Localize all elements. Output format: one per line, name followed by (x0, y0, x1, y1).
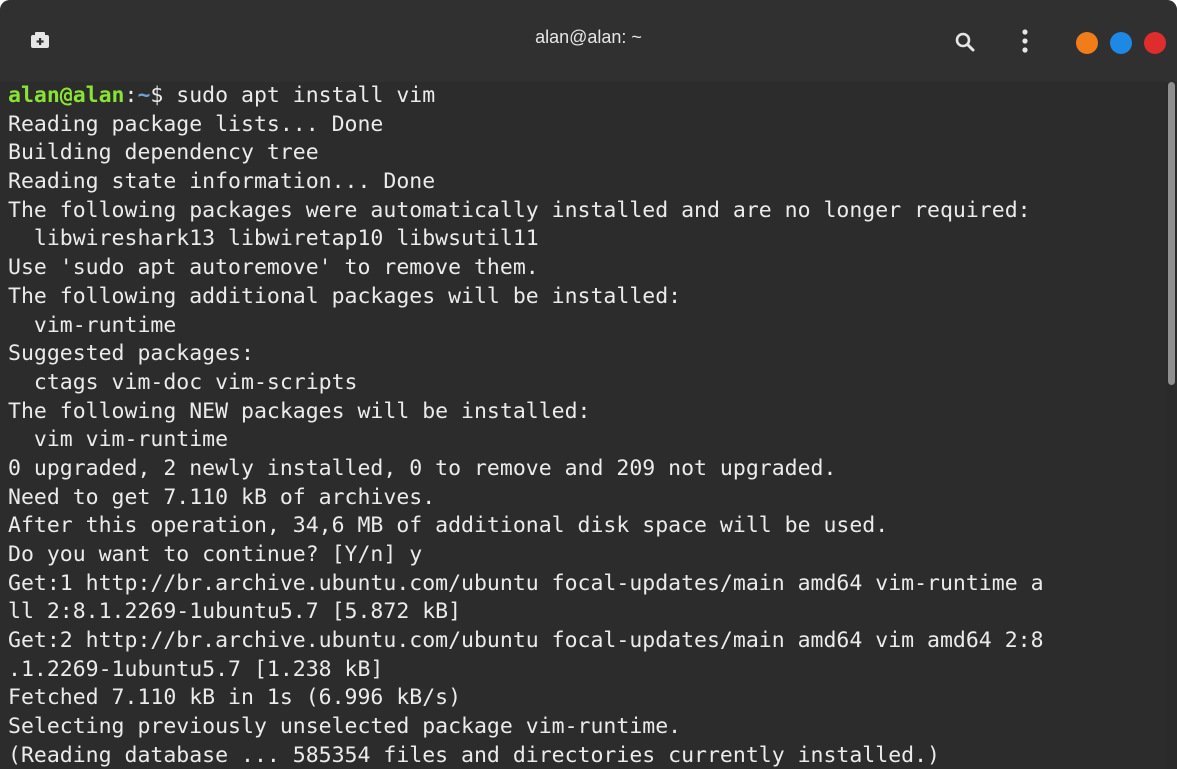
close-button[interactable] (1144, 32, 1166, 54)
output-line: vim-runtime (8, 312, 177, 338)
terminal-output[interactable]: alan@alan:~$ sudo apt install vim Readin… (0, 82, 1177, 769)
minimize-button[interactable] (1076, 32, 1098, 54)
output-line: Get:2 http://br.archive.ubuntu.com/ubunt… (8, 628, 1044, 654)
output-line: The following packages were automaticall… (8, 197, 1031, 223)
terminal-window: alan@alan: ~ alan@alan:~$ sudo apt insta… (0, 0, 1177, 769)
output-line: Building dependency tree (8, 140, 319, 166)
output-line: Reading package lists... Done (8, 111, 384, 137)
prompt-symbol: $ (150, 83, 177, 108)
output-line: 0 upgraded, 2 newly installed, 0 to remo… (8, 455, 837, 481)
title-bar[interactable]: alan@alan: ~ (0, 0, 1177, 82)
output-line: Do you want to continue? [Y/n] y (8, 542, 423, 567)
terminal-lines: alan@alan:~$ sudo apt install vim Readin… (8, 82, 1166, 769)
kebab-menu-icon[interactable] (1020, 28, 1030, 54)
output-line: Need to get 7.110 kB of archives. (8, 484, 436, 510)
scrollbar[interactable] (1166, 82, 1177, 769)
output-line: The following NEW packages will be insta… (8, 398, 591, 424)
output-line: .1.2269-1ubuntu5.7 [1.238 kB] (8, 656, 384, 682)
window-title: alan@alan: ~ (535, 27, 642, 47)
prompt-user: alan@alan (8, 83, 125, 108)
search-icon[interactable] (953, 30, 977, 54)
maximize-button[interactable] (1110, 32, 1132, 54)
scrollbar-thumb[interactable] (1168, 82, 1175, 385)
output-line: Reading state information... Done (8, 169, 436, 195)
output-line: Use 'sudo apt autoremove' to remove them… (8, 255, 539, 281)
prompt-separator: : (124, 83, 138, 108)
output-line: Get:1 http://br.archive.ubuntu.com/ubunt… (8, 570, 1044, 596)
output-line: (Reading database ... 585354 files and d… (8, 742, 940, 768)
output-line: Suggested packages: (8, 341, 254, 367)
output-line: The following additional packages will b… (8, 283, 682, 309)
output-line: Selecting previously unselected package … (8, 714, 682, 740)
output-line: ll 2:8.1.2269-1ubuntu5.7 [5.872 kB] (8, 599, 462, 625)
output-line: libwireshark13 libwiretap10 libwsutil11 (8, 226, 539, 252)
prompt-path: ~ (137, 83, 151, 108)
prompt-command: sudo apt install vim (176, 83, 436, 108)
output-line: vim vim-runtime (8, 427, 229, 453)
output-line: After this operation, 34,6 MB of additio… (8, 513, 889, 539)
output-line: Fetched 7.110 kB in 1s (6.996 kB/s) (8, 685, 462, 711)
prompt-line: alan@alan:~$ sudo apt install vim (8, 82, 1166, 111)
output-line: ctags vim-doc vim-scripts (8, 369, 358, 395)
